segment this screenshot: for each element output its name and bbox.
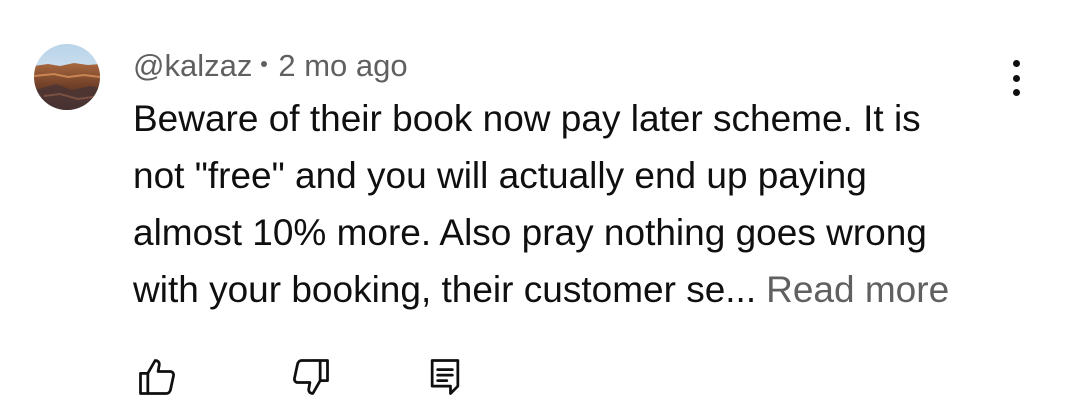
comment-meta: @kalzaz 2 mo ago — [133, 44, 408, 88]
dislike-button[interactable] — [286, 352, 336, 402]
kebab-dot-icon — [1012, 60, 1020, 67]
avatar-image — [34, 44, 100, 110]
thumbs-down-icon — [293, 359, 329, 395]
thumbs-up-icon — [139, 359, 175, 395]
comment-text-line: almost 10% more. Also pray nothing goes … — [133, 212, 927, 253]
comment-text: Beware of their book now pay later schem… — [133, 90, 1013, 318]
comment-card: @kalzaz 2 mo ago Beware of their book no… — [0, 0, 1080, 413]
comment-text-line-last: with your booking, their customer se... R… — [133, 261, 1013, 318]
timestamp: 2 mo ago — [278, 48, 408, 83]
kebab-dot-icon — [1012, 74, 1020, 82]
read-more-link[interactable]: Read more — [766, 269, 949, 310]
separator-dot — [261, 61, 268, 67]
comment-reply-icon — [430, 359, 460, 395]
author-handle[interactable]: @kalzaz — [133, 48, 252, 84]
reply-button[interactable] — [420, 352, 470, 402]
comment-text-line: with your booking, their customer se... — [133, 269, 757, 310]
kebab-dot-icon — [1012, 89, 1020, 96]
like-button[interactable] — [132, 352, 182, 402]
avatar[interactable] — [34, 44, 100, 110]
comment-text-line: not "free" and you will actually end up … — [133, 155, 867, 196]
comment-text-line: Beware of their book now pay later schem… — [133, 98, 921, 139]
comment-actions — [0, 352, 1080, 402]
